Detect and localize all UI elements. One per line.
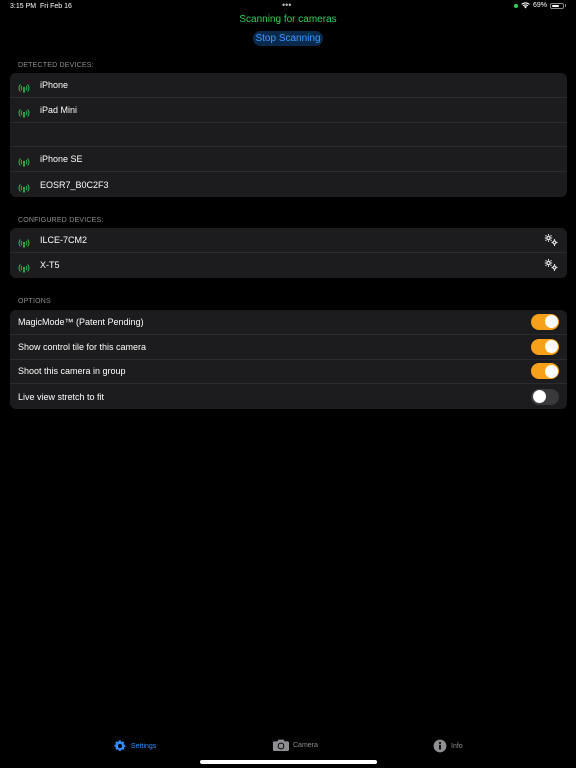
tab-info-label: Info xyxy=(451,742,463,750)
status-date: Fri Feb 16 xyxy=(40,3,72,10)
scan-status-title: Scanning for cameras xyxy=(239,14,337,25)
detected-device-label: iPad Mini xyxy=(40,104,78,115)
tab-camera-label: Camera xyxy=(293,741,318,749)
gears-icon[interactable] xyxy=(543,233,559,246)
option-toggle[interactable] xyxy=(531,313,559,330)
signal-icon xyxy=(18,154,30,167)
detected-device-row[interactable]: iPad Mini xyxy=(10,98,567,123)
configured-device-row[interactable]: X-T5 xyxy=(10,253,567,278)
option-toggle[interactable] xyxy=(531,388,559,405)
signal-icon xyxy=(18,235,30,248)
detected-device-row[interactable]: iPhone SE xyxy=(10,147,567,173)
option-label: Shoot this camera in group xyxy=(18,366,126,377)
gear-icon xyxy=(114,740,126,751)
tab-info[interactable]: Info xyxy=(433,739,463,753)
detected-device-row[interactable] xyxy=(10,123,567,148)
detected-device-label: EOSR7_B0C2F3 xyxy=(40,179,109,190)
multitasking-dots[interactable]: ••• xyxy=(282,0,291,10)
option-row: Shoot this camera in group xyxy=(10,360,567,385)
info-icon xyxy=(433,739,447,753)
signal-icon xyxy=(18,180,30,193)
option-label: MagicMode™ (Patent Pending) xyxy=(18,316,144,327)
status-right: 69% xyxy=(513,2,566,9)
battery-percent: 69% xyxy=(532,2,547,9)
configured-device-label: ILCE-7CM2 xyxy=(40,234,88,245)
options-header: OPTIONS xyxy=(18,298,51,305)
status-bar: 3:15 PM Fri Feb 16 ••• 69% xyxy=(0,0,576,14)
configured-devices-header: CONFIGURED DEVICES: xyxy=(18,217,104,224)
toggle-knob xyxy=(544,340,558,354)
detected-device-label: iPhone SE xyxy=(40,154,83,165)
wifi-icon xyxy=(521,2,530,9)
option-row: MagicMode™ (Patent Pending) xyxy=(10,310,567,335)
battery-cap xyxy=(565,4,566,7)
option-label: Show control tile for this camera xyxy=(18,341,147,352)
toggle-knob xyxy=(544,364,558,378)
status-time: 3:15 PM xyxy=(10,3,37,10)
tab-settings-label: Settings xyxy=(131,742,157,750)
configured-device-label: X-T5 xyxy=(40,260,60,271)
option-toggle[interactable] xyxy=(531,338,559,355)
options-list: MagicMode™ (Patent Pending) Show control … xyxy=(10,310,567,410)
screen: 3:15 PM Fri Feb 16 ••• 69% Scanning for … xyxy=(0,0,576,768)
toggle-knob xyxy=(532,390,546,404)
detected-device-row[interactable]: iPhone xyxy=(10,73,567,98)
camera-icon xyxy=(273,739,289,751)
detected-devices-list: iPhone iPad Mini iPhone SE EOSR7_B0C2F3 xyxy=(10,73,567,197)
tab-camera[interactable]: Camera xyxy=(273,739,318,751)
detected-device-row[interactable]: EOSR7_B0C2F3 xyxy=(10,172,567,197)
toggle-knob xyxy=(544,315,558,329)
option-toggle[interactable] xyxy=(531,363,559,380)
detected-devices-header: DETECTED DEVICES: xyxy=(18,62,94,69)
signal-icon xyxy=(18,80,30,93)
signal-icon xyxy=(18,105,30,118)
gears-icon[interactable] xyxy=(543,259,559,272)
stop-scanning-button[interactable]: Stop Scanning xyxy=(253,31,323,46)
option-label: Live view stretch to fit xyxy=(18,391,105,402)
battery-icon xyxy=(550,2,564,9)
configured-device-row[interactable]: ILCE-7CM2 xyxy=(10,228,567,253)
option-row: Show control tile for this camera xyxy=(10,335,567,360)
signal-icon xyxy=(18,260,30,273)
home-indicator[interactable] xyxy=(200,760,377,764)
option-row: Live view stretch to fit xyxy=(10,384,567,409)
tab-settings[interactable]: Settings xyxy=(113,739,156,753)
camera-indicator-icon xyxy=(513,3,518,8)
configured-devices-list: ILCE-7CM2 X-T5 xyxy=(10,228,567,278)
detected-device-label: iPhone xyxy=(40,79,69,90)
